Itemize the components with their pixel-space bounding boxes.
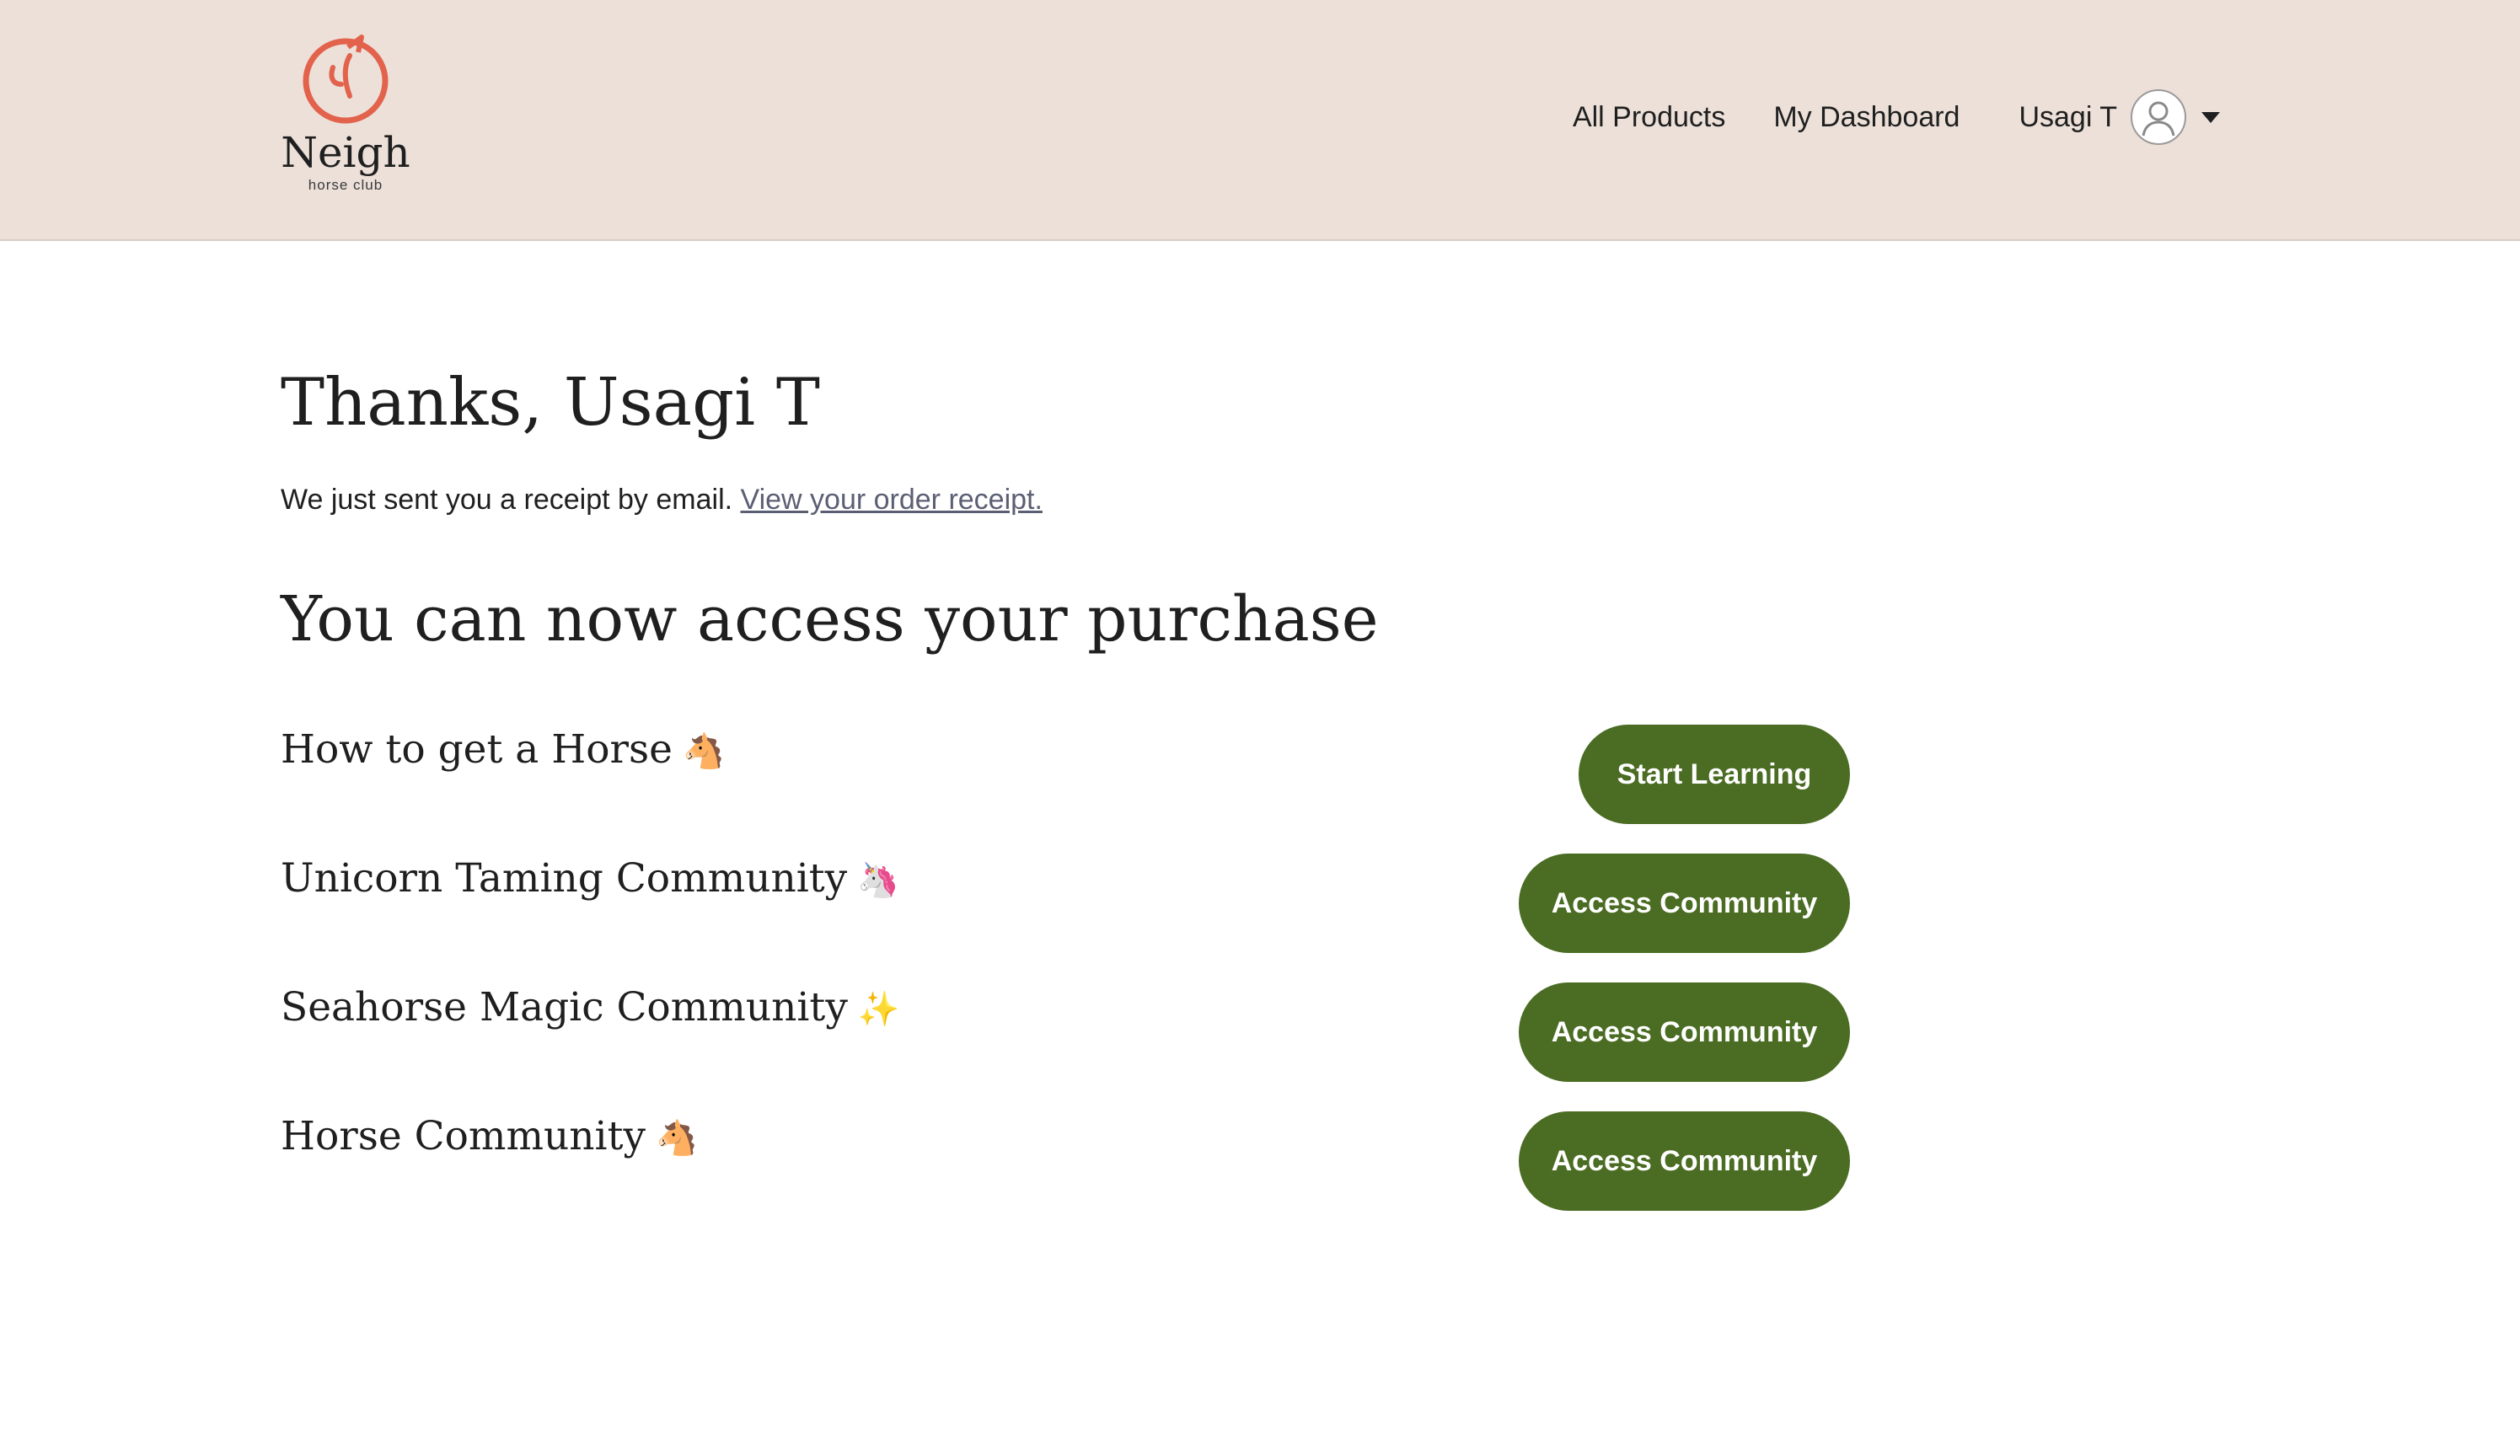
unicorn-icon: 🦄 <box>857 861 900 900</box>
brand-tagline: horse club <box>308 177 383 193</box>
chevron-down-icon[interactable] <box>2201 111 2220 123</box>
site-header: Neigh horse club All Products My Dashboa… <box>0 0 2520 241</box>
product-title: How to get a Horse 🐴 <box>281 725 725 777</box>
product-row: Unicorn Taming Community 🦄 Access Communi… <box>281 854 1850 982</box>
receipt-message: We just sent you a receipt by email. Vie… <box>281 479 1848 521</box>
product-name-text: How to get a Horse <box>281 726 673 773</box>
start-learning-button[interactable]: Start Learning <box>1579 725 1850 824</box>
receipt-text: We just sent you a receipt by email. <box>281 484 741 516</box>
horse-icon: 🐴 <box>656 1119 698 1158</box>
horse-icon: 🐴 <box>682 732 725 771</box>
product-row: How to get a Horse 🐴 Start Learning <box>281 725 1850 854</box>
nav-my-dashboard[interactable]: My Dashboard <box>1773 101 1960 134</box>
sparkles-icon: ✨ <box>857 990 900 1029</box>
page-title: Thanks, Usagi T <box>281 365 820 441</box>
product-row: Seahorse Magic Community ✨ Access Communi… <box>281 982 1850 1111</box>
product-name-text: Unicorn Taming Community <box>281 855 848 902</box>
product-row: Horse Community 🐴 Access Community <box>281 1111 1850 1240</box>
user-name: Usagi T <box>2019 100 2117 133</box>
product-title: Unicorn Taming Community 🦄 <box>281 854 899 906</box>
access-community-button[interactable]: Access Community <box>1519 1111 1850 1211</box>
access-heading: You can now access your purchase <box>281 583 1379 656</box>
top-nav: All Products My Dashboard Usagi T <box>1573 88 2220 147</box>
purchased-products: How to get a Horse 🐴 Start Learning Unico… <box>281 725 1850 1240</box>
main-content: Thanks, Usagi T We just sent you a recei… <box>281 354 1848 666</box>
product-name-text: Horse Community <box>281 1113 646 1159</box>
user-menu[interactable]: Usagi T <box>2019 89 2220 145</box>
product-title: Seahorse Magic Community ✨ <box>281 982 900 1035</box>
brand-name: Neigh <box>281 128 410 177</box>
order-receipt-link[interactable]: View your order receipt. <box>741 484 1043 516</box>
brand-logo[interactable]: Neigh horse club <box>278 34 413 211</box>
avatar[interactable] <box>2131 89 2186 145</box>
nav-all-products[interactable]: All Products <box>1573 101 1725 134</box>
horse-logo-icon <box>303 35 389 124</box>
access-community-button[interactable]: Access Community <box>1519 854 1850 953</box>
product-title: Horse Community 🐴 <box>281 1111 698 1164</box>
access-community-button[interactable]: Access Community <box>1519 982 1850 1082</box>
user-avatar-icon <box>2142 101 2175 136</box>
product-name-text: Seahorse Magic Community <box>281 984 848 1030</box>
